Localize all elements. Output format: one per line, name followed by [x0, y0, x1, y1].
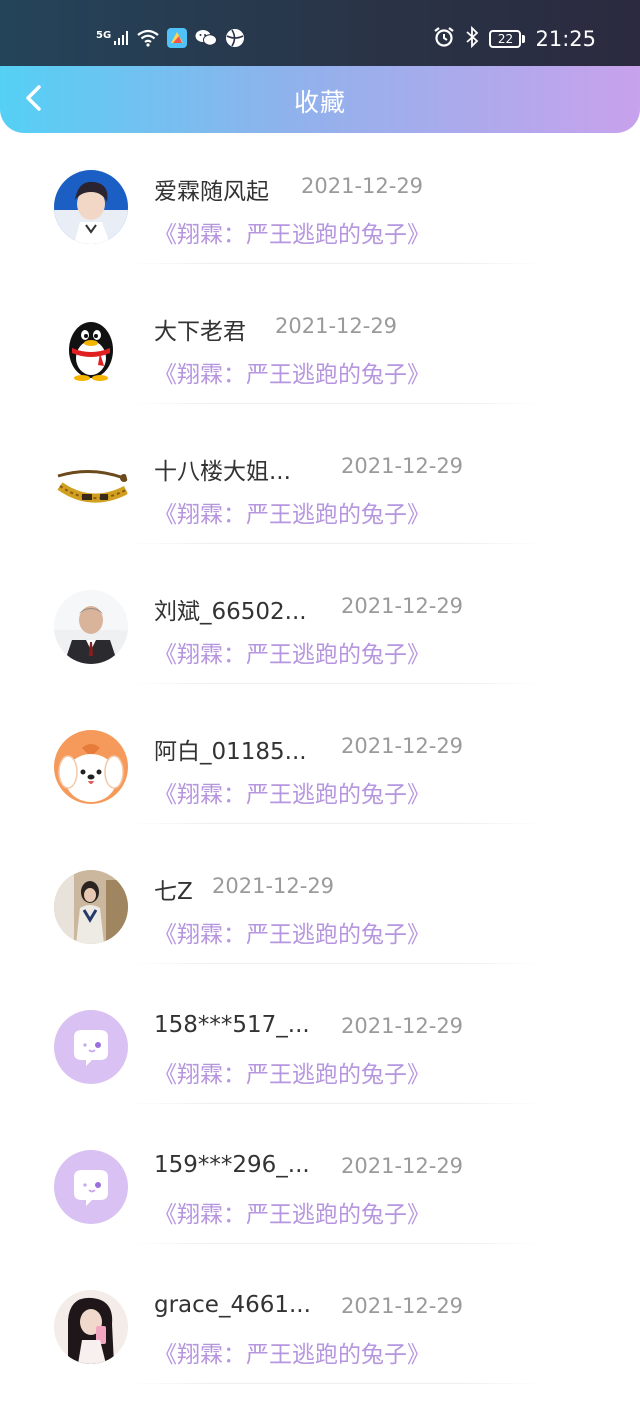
book-title[interactable]: 《翔霖：严王逃跑的兔子》 — [154, 1055, 430, 1089]
list-item[interactable]: 158***517_... 2021-12-29 《翔霖：严王逃跑的兔子》 — [0, 990, 640, 1130]
chat-bubble-icon — [54, 1010, 128, 1084]
avatar-photo-girl-icon — [54, 870, 128, 944]
username: 158***517_... — [154, 1012, 310, 1038]
date: 2021-12-29 — [275, 314, 398, 338]
book-title[interactable]: 《翔霖：严王逃跑的兔子》 — [154, 355, 430, 389]
avatar — [54, 1150, 128, 1224]
bracelet-icon — [54, 450, 128, 524]
divider — [130, 263, 542, 264]
book-title[interactable]: 《翔霖：严王逃跑的兔子》 — [154, 1195, 430, 1229]
avatar — [54, 730, 128, 804]
username: 大下老君 — [154, 319, 246, 345]
list-item[interactable]: 七Z 2021-12-29 《翔霖：严王逃跑的兔子》 — [0, 850, 640, 990]
avatar-photo-woman-icon — [54, 1290, 128, 1364]
username: 十八楼大姐... — [154, 459, 291, 485]
divider — [130, 963, 542, 964]
avatar — [54, 310, 128, 384]
app-notification-icon — [167, 28, 188, 52]
book-title[interactable]: 《翔霖：严王逃跑的兔子》 — [154, 915, 430, 949]
avatar-photo-man-icon — [54, 590, 128, 664]
divider — [130, 1103, 542, 1104]
username: 七Z — [154, 879, 193, 905]
list-item[interactable]: 刘斌_66502... 2021-12-29 《翔霖：严王逃跑的兔子》 — [0, 570, 640, 710]
divider — [130, 683, 542, 684]
battery-level: 22 — [489, 30, 522, 48]
list-item[interactable]: 阿白_01185... 2021-12-29 《翔霖：严王逃跑的兔子》 — [0, 710, 640, 850]
list-item[interactable]: 爱霖随风起 2021-12-29 《翔霖：严王逃跑的兔子》 — [0, 150, 640, 290]
divider — [130, 1383, 542, 1384]
list-item[interactable]: 十八楼大姐... 2021-12-29 《翔霖：严王逃跑的兔子》 — [0, 430, 640, 570]
username: 刘斌_66502... — [154, 599, 307, 625]
date: 2021-12-29 — [301, 174, 424, 198]
username: grace_4661... — [154, 1292, 311, 1318]
globe-icon — [225, 28, 245, 52]
chat-bubble-icon — [54, 1150, 128, 1224]
book-title[interactable]: 《翔霖：严王逃跑的兔子》 — [154, 215, 430, 249]
date: 2021-12-29 — [341, 454, 464, 478]
avatar — [54, 1290, 128, 1364]
divider — [130, 403, 542, 404]
username: 159***296_... — [154, 1152, 310, 1178]
date: 2021-12-29 — [341, 734, 464, 758]
date: 2021-12-29 — [212, 874, 335, 898]
wechat-icon — [195, 29, 218, 51]
signal-icon — [113, 30, 129, 50]
favorites-list: 爱霖随风起 2021-12-29 《翔霖：严王逃跑的兔子》 大下老君 2021-… — [0, 150, 640, 1410]
status-time: 21:25 — [535, 27, 596, 51]
avatar — [54, 450, 128, 524]
qq-penguin-icon — [54, 310, 128, 384]
list-item[interactable]: 159***296_... 2021-12-29 《翔霖：严王逃跑的兔子》 — [0, 1130, 640, 1270]
book-title[interactable]: 《翔霖：严王逃跑的兔子》 — [154, 635, 430, 669]
status-icons-left: 5G — [96, 28, 245, 52]
bluetooth-icon — [465, 25, 479, 52]
battery-icon: 22 — [489, 30, 526, 48]
avatar — [54, 1010, 128, 1084]
cartoon-dog-icon — [54, 730, 128, 804]
date: 2021-12-29 — [341, 1154, 464, 1178]
list-item[interactable]: grace_4661... 2021-12-29 《翔霖：严王逃跑的兔子》 — [0, 1270, 640, 1410]
book-title[interactable]: 《翔霖：严王逃跑的兔子》 — [154, 495, 430, 529]
alarm-icon — [433, 26, 455, 52]
network-type-label: 5G — [96, 29, 112, 41]
divider — [130, 543, 542, 544]
username: 阿白_01185... — [154, 739, 307, 765]
avatar — [54, 590, 128, 664]
book-title[interactable]: 《翔霖：严王逃跑的兔子》 — [154, 775, 430, 809]
list-item[interactable]: 大下老君 2021-12-29 《翔霖：严王逃跑的兔子》 — [0, 290, 640, 430]
page-title: 收藏 — [293, 88, 346, 117]
date: 2021-12-29 — [341, 594, 464, 618]
wifi-icon — [137, 29, 159, 51]
page-header: 收藏 — [0, 66, 640, 133]
avatar-photo-boy-icon — [54, 170, 128, 244]
avatar — [54, 870, 128, 944]
date: 2021-12-29 — [341, 1014, 464, 1038]
divider — [130, 823, 542, 824]
date: 2021-12-29 — [341, 1294, 464, 1318]
divider — [130, 1243, 542, 1244]
username: 爱霖随风起 — [154, 179, 269, 205]
avatar — [54, 170, 128, 244]
book-title[interactable]: 《翔霖：严王逃跑的兔子》 — [154, 1335, 430, 1369]
status-bar: 5G 22 21:25 — [0, 0, 640, 66]
status-icons-right: 22 21:25 — [433, 25, 596, 52]
